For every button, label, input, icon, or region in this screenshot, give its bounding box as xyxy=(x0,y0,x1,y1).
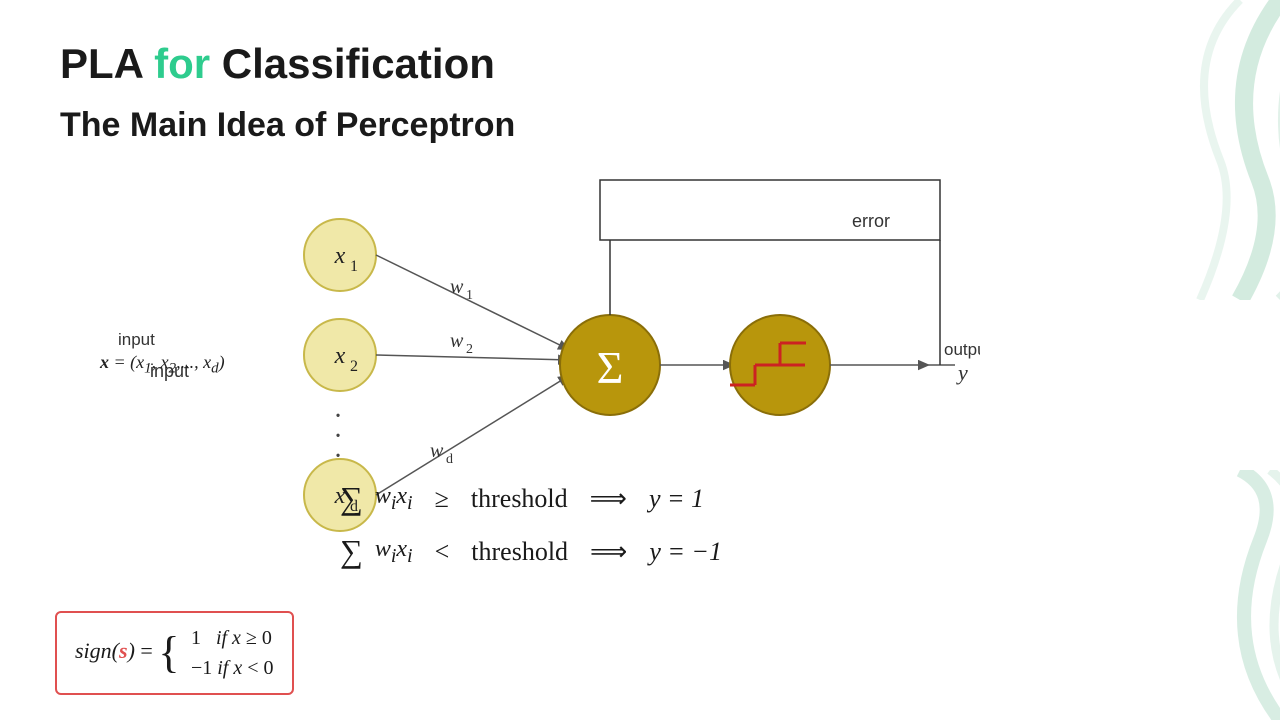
svg-text:y: y xyxy=(956,360,968,385)
svg-text:·: · xyxy=(333,441,342,472)
threshold-label-1: threshold xyxy=(471,484,568,514)
deco-bottom-right xyxy=(1100,470,1280,720)
deco-top-right xyxy=(1060,0,1280,300)
sign-cases: 1 if x ≥ 0 −1 if x < 0 xyxy=(191,623,274,683)
wixi-2: wixi xyxy=(375,536,413,568)
svg-text:1: 1 xyxy=(350,258,358,275)
formula-line-2: ∑ wixi < threshold ⟹ y = −1 xyxy=(340,533,722,570)
title-prefix: PLA xyxy=(60,40,154,87)
implies-1: ⟹ xyxy=(590,484,627,514)
sign-case-neg: −1 if x < 0 xyxy=(191,653,274,683)
subtitle: The Main Idea of Perceptron xyxy=(60,106,515,145)
svg-text:Σ: Σ xyxy=(597,342,624,393)
y-eq-1: y = 1 xyxy=(649,484,704,514)
svg-text:error: error xyxy=(852,211,890,231)
input-equation: x = (x1, x2,..., xd) xyxy=(100,352,225,378)
svg-text:w: w xyxy=(450,276,464,298)
sum-symbol-2: ∑ xyxy=(340,533,363,570)
svg-text:2: 2 xyxy=(466,342,473,357)
slide: PLA for Classification The Main Idea of … xyxy=(0,0,1280,720)
lt-symbol: < xyxy=(435,537,450,567)
main-title: PLA for Classification xyxy=(60,40,515,88)
svg-text:2: 2 xyxy=(350,358,358,375)
formula-line-1: ∑ wixi ≥ threshold ⟹ y = 1 xyxy=(340,480,722,517)
threshold-label-2: threshold xyxy=(471,537,568,567)
title-area: PLA for Classification The Main Idea of … xyxy=(60,40,515,145)
y-eq-2: y = −1 xyxy=(649,537,722,567)
input-text: input xyxy=(118,330,155,349)
sign-box: sign(s) = { 1 if x ≥ 0 −1 if x < 0 xyxy=(55,611,294,695)
sign-text: sign( xyxy=(75,638,119,663)
sign-brace: { xyxy=(158,628,179,677)
svg-text:output: output xyxy=(944,340,980,359)
wixi-1: wixi xyxy=(375,483,413,515)
sum-symbol-1: ∑ xyxy=(340,480,363,517)
sign-eq: = xyxy=(140,638,158,663)
svg-text:d: d xyxy=(446,452,453,467)
svg-text:x: x xyxy=(334,243,346,269)
svg-text:1: 1 xyxy=(466,288,473,303)
geq-symbol: ≥ xyxy=(435,484,449,514)
svg-text:w: w xyxy=(450,330,464,352)
title-for: for xyxy=(154,40,210,87)
svg-text:x: x xyxy=(334,343,346,369)
formulas-section: ∑ wixi ≥ threshold ⟹ y = 1 ∑ wixi < thre… xyxy=(340,480,722,586)
input-label: input xyxy=(118,330,155,350)
title-suffix: Classification xyxy=(210,40,495,87)
svg-text:w: w xyxy=(430,440,444,462)
sign-var: s xyxy=(119,638,128,663)
sign-paren: ) xyxy=(128,638,135,663)
implies-2: ⟹ xyxy=(590,537,627,567)
sign-case-pos: 1 if x ≥ 0 xyxy=(191,623,274,653)
